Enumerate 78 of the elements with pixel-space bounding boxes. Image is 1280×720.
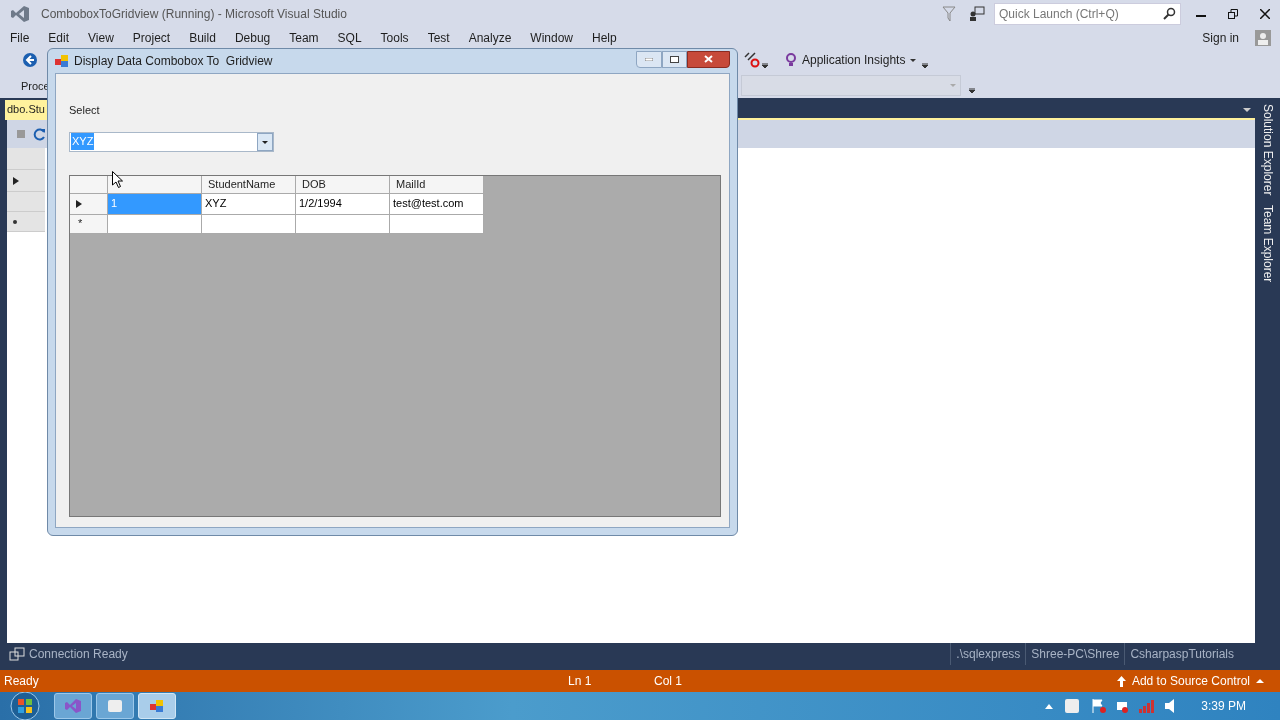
menu-item[interactable]: Analyze: [468, 28, 512, 47]
dropdown-icon[interactable]: [1243, 108, 1251, 112]
menu-item[interactable]: File: [10, 28, 30, 47]
app-logo-icon: [10, 4, 30, 23]
menu-item[interactable]: Build: [189, 28, 216, 47]
connection-status: Connection Ready: [29, 646, 128, 663]
new-row-icon: [13, 219, 17, 224]
taskbar-button[interactable]: [96, 693, 134, 719]
close-icon: [704, 55, 713, 63]
form-app-icon: [150, 700, 164, 712]
combobox-value: XYZ: [71, 133, 95, 150]
start-button-icon[interactable]: [8, 692, 42, 720]
overflow-icon[interactable]: [922, 62, 929, 68]
close-button[interactable]: [687, 50, 730, 68]
add-to-source-control-button[interactable]: Add to Source Control: [1131, 672, 1264, 690]
menu-item[interactable]: Test: [427, 28, 450, 47]
sign-in-link[interactable]: Sign in: [1202, 28, 1239, 47]
menu-item[interactable]: Edit: [48, 28, 70, 47]
arrow-up-icon: [1116, 675, 1126, 687]
feedback-icon[interactable]: [969, 6, 985, 21]
column-header[interactable]: DOB: [296, 175, 390, 194]
back-icon[interactable]: [23, 53, 37, 67]
row-header[interactable]: [70, 193, 108, 215]
close-icon[interactable]: [1260, 8, 1270, 19]
column-number: Col 1: [654, 673, 682, 690]
maximize-icon: [670, 55, 679, 63]
menu-item[interactable]: View: [88, 28, 114, 47]
menu-item[interactable]: SQL: [337, 28, 362, 47]
select-label: Select: [69, 103, 101, 118]
restore-icon[interactable]: [1228, 8, 1238, 19]
form-app-icon: [55, 55, 69, 67]
lightbulb-icon: [786, 53, 796, 67]
clock[interactable]: 3:39 PM: [1201, 697, 1246, 715]
window-icon: [108, 700, 122, 712]
menu-item[interactable]: Team: [289, 28, 319, 47]
tray-window-icon[interactable]: [1065, 699, 1080, 713]
refresh-icon[interactable]: [33, 127, 46, 141]
menu-item[interactable]: Debug: [234, 28, 271, 47]
tray-expand-icon[interactable]: [1045, 703, 1054, 709]
taskbar-button[interactable]: [54, 693, 92, 719]
flag-icon[interactable]: [1091, 698, 1108, 714]
menu-item[interactable]: Project: [132, 28, 171, 47]
caret-icon: [1256, 679, 1264, 683]
table-cell[interactable]: test@test.com: [390, 193, 484, 215]
line-number: Ln 1: [568, 673, 593, 690]
status-text: Ready: [4, 673, 40, 690]
application-insights-button[interactable]: Application Insights: [802, 51, 917, 69]
column-header[interactable]: [108, 175, 202, 194]
side-tab[interactable]: Team Explorer: [1258, 205, 1277, 283]
search-icon: [1163, 7, 1176, 20]
menu-item[interactable]: Window: [530, 28, 574, 47]
row-indicator-icon: [13, 176, 19, 185]
caret-icon: [950, 83, 956, 87]
column-header[interactable]: StudentName: [202, 175, 296, 194]
taskbar-button[interactable]: [138, 693, 176, 719]
maximize-button[interactable]: [662, 50, 687, 68]
current-row-icon: [76, 199, 82, 208]
overflow-icon[interactable]: [969, 87, 975, 93]
new-row-marker: *: [78, 216, 83, 232]
side-tab[interactable]: Solution Explorer: [1258, 104, 1277, 196]
menu-item[interactable]: Help: [592, 28, 617, 47]
quick-launch-field[interactable]: Quick Launch (Ctrl+Q): [994, 2, 1181, 25]
connection-icon: [9, 647, 25, 661]
minimize-icon: [645, 57, 653, 61]
caret-icon: [910, 58, 917, 62]
filter-icon[interactable]: [942, 5, 956, 22]
overflow-icon[interactable]: [762, 62, 768, 68]
column-header[interactable]: MailId: [390, 175, 484, 194]
form-title: Display Data Combobox To Gridview: [74, 53, 273, 70]
table-cell[interactable]: XYZ: [202, 193, 296, 215]
visual-studio-icon: [65, 699, 81, 713]
menu-item[interactable]: Tools: [380, 28, 409, 47]
table-cell[interactable]: 1/2/1994: [296, 193, 390, 215]
avatar-icon[interactable]: [1255, 29, 1271, 46]
speaker-icon[interactable]: [1165, 699, 1176, 713]
mouse-pointer-icon: [112, 171, 123, 188]
window-title: ComboboxToGridview (Running) - Microsoft Visual Studio: [41, 5, 347, 23]
document-tab[interactable]: dbo.Stu: [5, 100, 47, 118]
